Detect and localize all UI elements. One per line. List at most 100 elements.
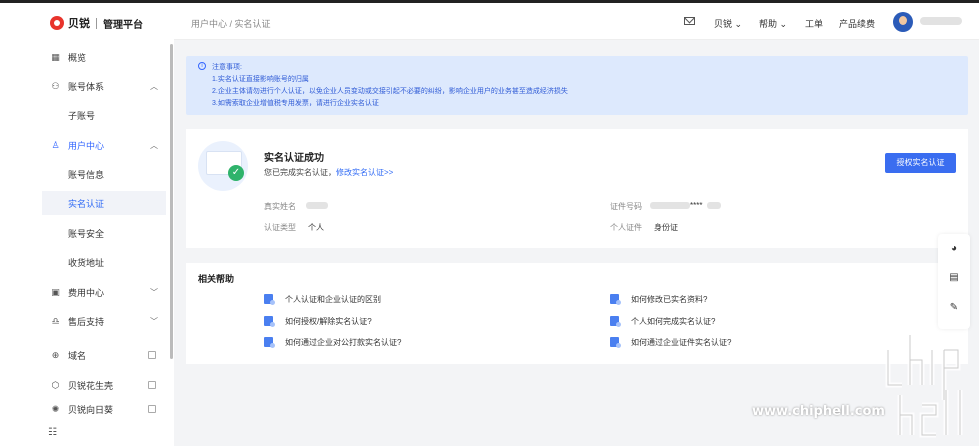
auth-type-label: 认证类型 [264, 223, 296, 232]
sidebar-item-billing-center[interactable]: ▣ 费用中心 ﹀ [0, 280, 174, 304]
avatar[interactable] [893, 12, 913, 32]
chevron-up-icon: ︿ [150, 81, 158, 91]
sidebar-item-account-security[interactable]: 账号安全 [0, 221, 174, 245]
globe-icon: ⊕ [51, 349, 60, 360]
help-link[interactable]: 如何通过企业对公打款实名认证? [285, 337, 401, 348]
chevron-down-icon: ⌄ [734, 19, 743, 29]
collapse-menu-icon[interactable]: ☷ [48, 427, 59, 438]
sidebar-item-label: 账号体系 [68, 81, 105, 92]
renew-link[interactable]: 产品续费 [839, 17, 875, 30]
verify-success-desc: 您已完成实名认证，修改实名认证>> [264, 167, 393, 178]
user-icon: ♙ [51, 139, 60, 150]
document-icon [610, 316, 621, 327]
external-link-icon [148, 351, 156, 359]
external-link-icon [148, 405, 156, 413]
verification-card: ✓ 实名认证成功 您已完成实名认证，修改实名认证>> 授权实名认证 真实姓名 证… [186, 129, 968, 248]
sidebar-item-after-sales[interactable]: ♎ 售后支持 ﹀ [0, 309, 174, 333]
help-link[interactable]: 个人认证和企业认证的区别 [285, 294, 381, 305]
sunflower-icon: ✺ [51, 403, 60, 414]
document-icon [610, 294, 621, 305]
verify-desc-text: 您已完成实名认证， [264, 168, 336, 177]
help-link[interactable]: 如何通过企业证件实名认证? [631, 337, 731, 348]
document-icon [264, 337, 275, 348]
sidebar-item-account-system[interactable]: ⚇ 账号体系 ︿ [0, 74, 174, 98]
sidebar-item-label: 账号安全 [68, 228, 105, 239]
notice-title: 注意事项: [212, 64, 242, 71]
document-icon [610, 337, 621, 348]
sidebar-item-overview[interactable]: ▦ 概览 [0, 45, 174, 69]
auth-type-value: 个人 [308, 223, 324, 232]
sidebar: 贝锐 管理平台 ▦ 概览 ⚇ 账号体系 ︿ 子账号 ♙ 用户中心 ︿ 账号信息 … [0, 3, 174, 446]
verify-success-title: 实名认证成功 [264, 153, 324, 164]
sidebar-item-label: 收货地址 [68, 257, 105, 268]
help-link[interactable]: 如何修改已实名资料? [631, 294, 707, 305]
notice-line: 1.实名认证直接影响账号的归属 [212, 76, 309, 83]
id-number-redacted [650, 202, 690, 209]
sidebar-item-account-info[interactable]: 账号信息 [0, 162, 174, 186]
document-icon[interactable]: ▤ [948, 272, 960, 284]
brand-menu[interactable]: 贝锐 ⌄ [714, 17, 742, 30]
help-link[interactable]: 个人如何完成实名认证? [631, 316, 715, 327]
top-header: 用户中心 / 实名认证 贝锐 ⌄ 帮助 ⌄ 工单 产品续费 [174, 3, 979, 40]
id-number-label: 证件号码 [610, 202, 642, 211]
wallet-icon: ▣ [51, 286, 60, 297]
logo[interactable]: 贝锐 管理平台 [50, 15, 143, 31]
mail-icon[interactable] [684, 17, 695, 25]
document-icon [264, 316, 275, 327]
ticket-link[interactable]: 工单 [805, 17, 823, 30]
brand-menu-label: 贝锐 [714, 19, 733, 29]
sidebar-scrollbar[interactable] [170, 44, 173, 359]
edit-icon[interactable]: ✎ [948, 302, 960, 314]
sidebar-item-label: 贝锐花生壳 [68, 380, 114, 391]
id-number-redacted-tail [707, 202, 721, 209]
floating-toolbar: ◕ ▤ ✎ [938, 234, 970, 329]
sidebar-item-label: 用户中心 [68, 140, 105, 151]
chiphell-watermark-logo [885, 335, 963, 438]
logo-divider [96, 17, 97, 29]
grid-icon: ▦ [51, 51, 60, 62]
notice-line: 2.企业主体请勿进行个人认证，以免企业人员变动或交接引起不必要的纠纷，影响企业用… [212, 88, 568, 95]
help-menu-label: 帮助 [759, 19, 778, 29]
notice-box: i 注意事项: 1.实名认证直接影响账号的归属 2.企业主体请勿进行个人认证，以… [186, 56, 968, 115]
cert-type-label: 个人证件 [610, 223, 642, 232]
headset-icon: ♎ [51, 315, 60, 326]
support-icon[interactable]: ◕ [948, 243, 960, 255]
external-link-icon [148, 381, 156, 389]
id-number-mask: **** [690, 201, 703, 210]
notice-line: 3.如需索取企业增值税专用发票，请进行企业实名认证 [212, 100, 379, 107]
sidebar-item-label: 概览 [68, 52, 87, 63]
real-name-redacted [306, 202, 328, 209]
username-redacted[interactable] [920, 17, 962, 25]
sidebar-item-label: 账号信息 [68, 169, 105, 180]
help-title: 相关帮助 [198, 274, 235, 284]
sidebar-item-user-center[interactable]: ♙ 用户中心 ︿ [0, 133, 174, 157]
chevron-up-icon: ︿ [150, 140, 158, 150]
users-icon: ⚇ [51, 80, 60, 91]
info-icon: i [198, 62, 206, 70]
cert-type-value: 身份证 [654, 223, 678, 232]
brand-subtitle: 管理平台 [103, 19, 143, 31]
authorize-verification-button[interactable]: 授权实名认证 [885, 153, 956, 173]
modify-verification-link[interactable]: 修改实名认证>> [336, 168, 393, 177]
sidebar-item-label: 贝锐向日葵 [68, 404, 114, 415]
sidebar-item-label: 实名认证 [68, 198, 105, 209]
sidebar-item-shipping-address[interactable]: 收货地址 [0, 250, 174, 274]
real-name-label: 真实姓名 [264, 202, 296, 211]
related-help-card: 相关帮助 个人认证和企业认证的区别 如何修改已实名资料? 如何授权/解除实名认证… [186, 263, 968, 364]
chevron-down-icon: ⌄ [779, 19, 788, 29]
watermark-text: www.chiphell.com [752, 404, 885, 419]
sidebar-item-more[interactable]: ✺ 贝锐向日葵 [0, 402, 174, 416]
chevron-down-icon: ﹀ [150, 287, 158, 297]
sidebar-item-label: 费用中心 [68, 287, 105, 298]
sidebar-item-domain[interactable]: ⊕ 域名 [0, 343, 174, 367]
brand-logo-icon [50, 16, 64, 30]
check-circle-icon: ✓ [228, 165, 244, 181]
sidebar-item-real-name[interactable]: 实名认证 [42, 191, 166, 215]
sidebar-item-sub-account[interactable]: 子账号 [0, 103, 174, 127]
sidebar-item-label: 售后支持 [68, 316, 105, 327]
chevron-down-icon: ﹀ [150, 316, 158, 326]
sidebar-item-peanut-shell[interactable]: ⬡ 贝锐花生壳 [0, 373, 174, 397]
help-menu[interactable]: 帮助 ⌄ [759, 17, 787, 30]
cube-icon: ⬡ [51, 379, 60, 390]
help-link[interactable]: 如何授权/解除实名认证? [285, 316, 372, 327]
